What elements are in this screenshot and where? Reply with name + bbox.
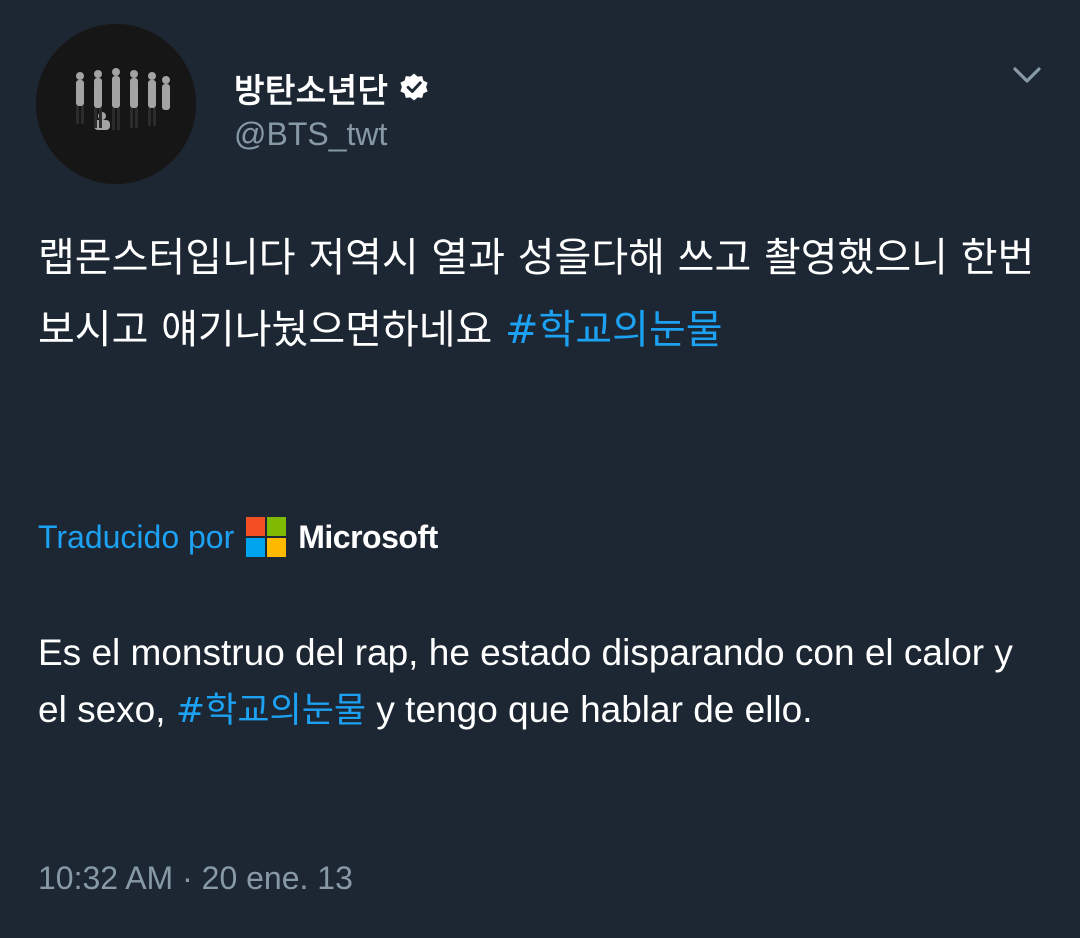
translation-text-after: y tengo que hablar de ello. bbox=[366, 689, 813, 730]
translation-provider-name: Microsoft bbox=[298, 518, 438, 555]
translation-hashtag-link[interactable]: #학교의눈물 bbox=[176, 691, 366, 731]
chevron-down-icon[interactable] bbox=[1010, 58, 1044, 92]
tweet-timestamp[interactable]: 10:32 AM · 20 ene. 13 bbox=[38, 860, 353, 897]
tweet-text: 랩몬스터입니다 저역시 열과 성을다해 쓰고 촬영했으니 한번 보시고 얘기나눴… bbox=[38, 222, 1048, 366]
author-display-name[interactable]: 방탄소년단 bbox=[234, 64, 388, 112]
tweet-hashtag-link[interactable]: #학교의눈물 bbox=[505, 307, 723, 353]
avatar[interactable] bbox=[36, 24, 196, 184]
author-handle[interactable]: @BTS_twt bbox=[234, 116, 387, 153]
translation-text: Es el monstruo del rap, he estado dispar… bbox=[38, 624, 1048, 740]
microsoft-logo-icon bbox=[246, 517, 287, 557]
author-name-row: 방탄소년단 bbox=[234, 64, 430, 112]
tweet-card: 방탄소년단 @BTS_twt 랩몬스터입니다 저역시 열과 성을다해 쓰고 촬영… bbox=[0, 0, 1080, 938]
verified-badge-icon bbox=[398, 72, 430, 104]
translated-by-link[interactable]: Traducido por bbox=[38, 519, 234, 556]
translation-attribution: Traducido por Microsoft bbox=[38, 512, 438, 562]
tweet-header: 방탄소년단 @BTS_twt bbox=[36, 24, 1044, 188]
